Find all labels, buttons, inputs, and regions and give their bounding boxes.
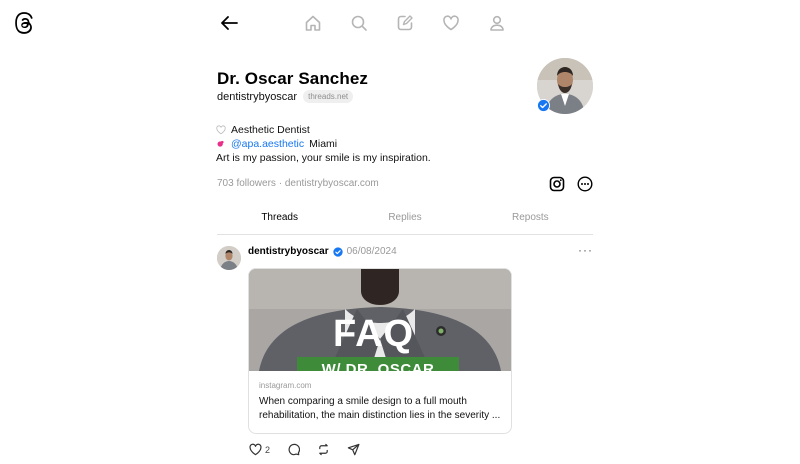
post-date[interactable]: 06/08/2024: [347, 246, 397, 257]
profile-name: Dr. Oscar Sanchez: [217, 69, 368, 88]
reply-button[interactable]: [287, 443, 301, 456]
handle-row: dentistrybyoscar threads.net: [217, 90, 354, 103]
website-link[interactable]: dentistrybyoscar.com: [285, 178, 379, 189]
bio-line-1: Aesthetic Dentist: [231, 124, 310, 136]
heart-icon[interactable]: [440, 12, 462, 34]
bio-line-3: Art is my passion, your smile is my insp…: [216, 152, 431, 164]
search-icon[interactable]: [348, 12, 370, 34]
meta-separator: ·: [278, 178, 283, 189]
card-description: When comparing a smile design to a full …: [259, 396, 501, 421]
instagram-icon[interactable]: [549, 176, 565, 192]
threads-logo-icon[interactable]: [14, 12, 36, 34]
pink-tooth-icon: [217, 140, 224, 147]
bio-mention-link[interactable]: @apa.aesthetic: [231, 137, 304, 151]
profile-bio: Aesthetic Dentist @apa.aesthetic Miami A…: [216, 123, 431, 165]
white-heart-icon: [216, 125, 226, 135]
back-arrow-icon[interactable]: [218, 12, 240, 34]
tabs-divider: [217, 234, 593, 235]
tab-reposts[interactable]: Reposts: [468, 207, 593, 235]
link-preview-card[interactable]: FAQ W/ DR. OSCAR instagram.com When comp…: [248, 268, 512, 434]
tab-replies[interactable]: Replies: [342, 207, 467, 235]
bio-location: Miami: [309, 138, 338, 150]
profile-tabs: Threads Replies Reposts: [217, 207, 593, 235]
post-actions: 2: [249, 443, 360, 456]
tab-threads[interactable]: Threads: [217, 207, 343, 235]
profile-icon[interactable]: [486, 12, 508, 34]
card-overlay-title: FAQ: [333, 313, 415, 355]
card-overlay-banner: W/ DR. OSCAR: [297, 357, 459, 371]
heart-icon: [249, 443, 262, 456]
like-count: 2: [265, 444, 271, 455]
like-button[interactable]: 2: [249, 443, 270, 456]
home-icon[interactable]: [302, 12, 324, 34]
share-button[interactable]: [347, 443, 360, 456]
post-more-button[interactable]: ···: [578, 243, 593, 257]
send-icon: [347, 443, 360, 456]
post-author-avatar[interactable]: [217, 246, 241, 270]
verified-badge-icon: [537, 99, 550, 112]
top-navigation: [218, 12, 508, 34]
verified-badge-icon: [332, 246, 343, 257]
comment-icon: [288, 443, 301, 456]
profile-meta: 703 followers · dentistrybyoscar.com: [217, 178, 379, 189]
compose-icon[interactable]: [394, 12, 416, 34]
profile-meta-icons: [549, 176, 593, 192]
followers-count[interactable]: 703 followers: [217, 178, 276, 189]
more-options-icon[interactable]: [577, 176, 593, 192]
post-header: dentistrybyoscar 06/08/2024: [248, 246, 397, 257]
repost-button[interactable]: [317, 443, 330, 456]
post-author[interactable]: dentistrybyoscar: [248, 246, 329, 257]
link-preview-image: FAQ W/ DR. OSCAR: [249, 269, 511, 371]
repost-icon: [319, 443, 328, 456]
domain-pill[interactable]: threads.net: [303, 90, 354, 103]
card-domain: instagram.com: [259, 381, 312, 390]
profile-handle: dentistrybyoscar: [217, 90, 298, 103]
